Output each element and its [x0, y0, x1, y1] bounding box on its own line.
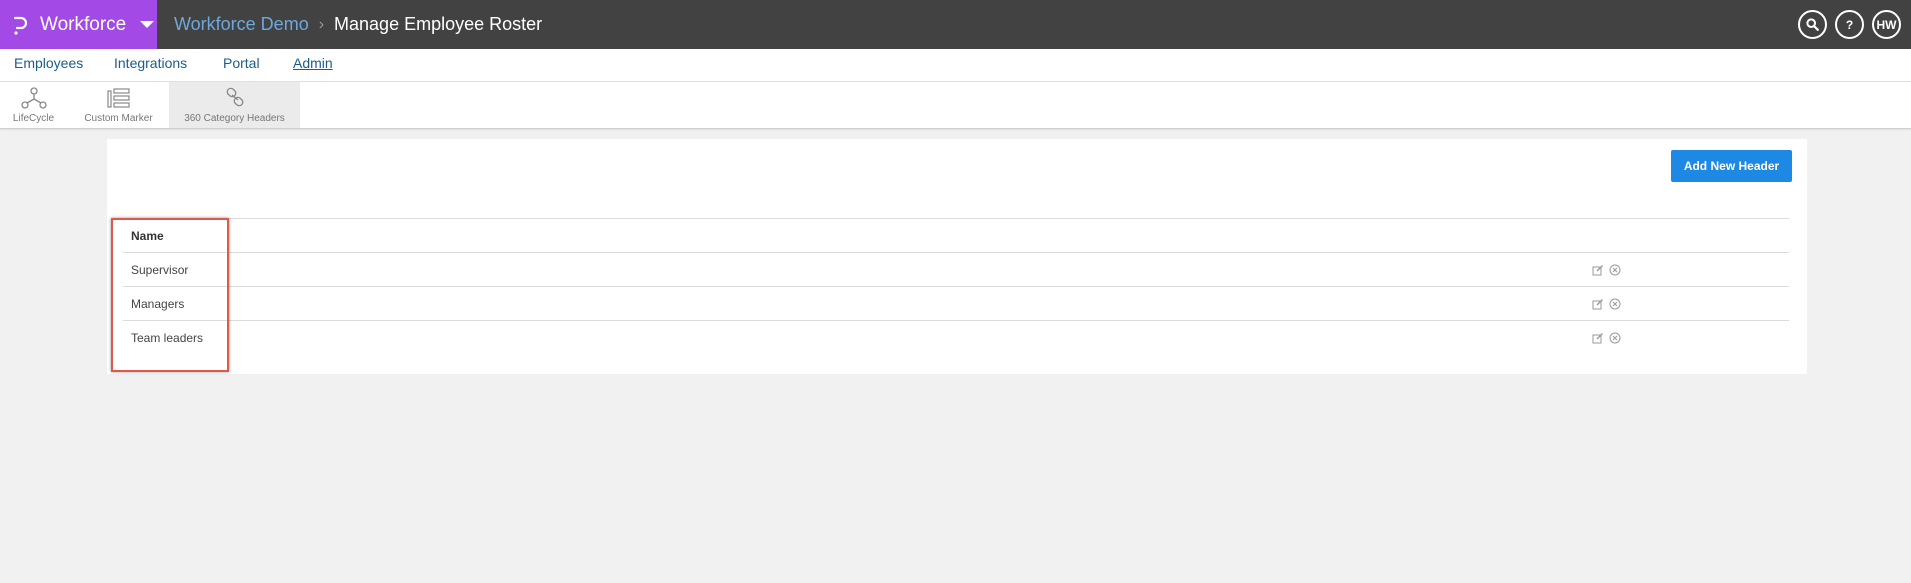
category-headers-panel: Add New Header Name Supervisor Managers — [107, 139, 1807, 374]
edit-icon[interactable] — [1591, 297, 1604, 310]
delete-icon[interactable] — [1608, 331, 1621, 344]
nav-employees[interactable]: Employees — [14, 49, 83, 82]
tool-label: 360 Category Headers — [184, 113, 285, 124]
nav-portal[interactable]: Portal — [223, 49, 260, 82]
headers-table: Name Supervisor Managers Team leaders — [123, 218, 1789, 354]
edit-icon[interactable] — [1591, 263, 1604, 276]
tool-lifecycle[interactable]: LifeCycle — [0, 82, 67, 128]
top-actions: ? HW — [1798, 10, 1901, 39]
row-actions — [1591, 263, 1621, 276]
category-headers-icon — [226, 87, 243, 107]
app-name: Workforce — [40, 13, 127, 35]
tool-label: Custom Marker — [84, 113, 153, 124]
table-row: Team leaders — [123, 320, 1789, 354]
breadcrumb-parent-link[interactable]: Workforce Demo — [174, 14, 309, 35]
nav-integrations[interactable]: Integrations — [114, 49, 187, 82]
tool-label: LifeCycle — [12, 113, 55, 124]
delete-icon[interactable] — [1608, 263, 1621, 276]
help-button[interactable]: ? — [1835, 10, 1864, 39]
table-row: Managers — [123, 286, 1789, 320]
app-switcher[interactable]: Workforce — [0, 0, 157, 49]
user-initials: HW — [1876, 17, 1897, 32]
chevron-down-icon — [140, 21, 155, 28]
table-row: Supervisor — [123, 252, 1789, 286]
row-actions — [1591, 331, 1621, 344]
page-title: Manage Employee Roster — [334, 14, 543, 34]
breadcrumb-separator: › — [318, 15, 325, 33]
workforce-logo-icon — [12, 14, 28, 36]
custom-marker-icon — [106, 88, 130, 108]
tool-360-category-headers[interactable]: 360 Category Headers — [169, 82, 300, 128]
edit-icon[interactable] — [1591, 331, 1604, 344]
add-new-header-button[interactable]: Add New Header — [1671, 150, 1792, 182]
user-avatar[interactable]: HW — [1872, 10, 1901, 39]
help-icon: ? — [1845, 17, 1854, 32]
table-header-row: Name — [123, 218, 1789, 252]
delete-icon[interactable] — [1608, 297, 1621, 310]
admin-toolbar: LifeCycle Custom Marker 360 Category Hea… — [0, 82, 1911, 129]
search-icon — [1806, 18, 1819, 31]
breadcrumb: Workforce Demo › Manage Employee Roster — [174, 0, 542, 49]
search-button[interactable] — [1798, 10, 1827, 39]
main-nav: Employees Integrations Portal Admin — [0, 49, 1911, 82]
row-name: Managers — [131, 296, 185, 311]
row-actions — [1591, 297, 1621, 310]
tool-custom-marker[interactable]: Custom Marker — [80, 82, 157, 128]
lifecycle-icon — [20, 87, 47, 109]
column-header-name: Name — [131, 228, 164, 243]
row-name: Supervisor — [131, 262, 189, 277]
nav-admin[interactable]: Admin — [293, 49, 333, 82]
top-bar: Workforce Workforce Demo › Manage Employ… — [0, 0, 1911, 49]
row-name: Team leaders — [131, 330, 204, 345]
